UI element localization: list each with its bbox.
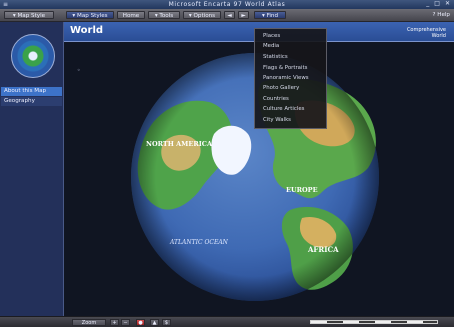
find-menu-item-flags-portraits[interactable]: Flags & Portraits — [263, 65, 307, 71]
menu-map-style-label: Map Style — [17, 13, 46, 19]
menu-map-styles-label: Map Styles — [77, 13, 108, 19]
window-title: Microsoft Encarta 97 World Atlas — [168, 1, 286, 8]
menu-options-arrow-icon: ▾ — [188, 13, 192, 19]
window-controls: _ □ ✕ — [426, 0, 450, 7]
back-arrow-icon: ◄ — [227, 13, 232, 19]
map-mode-label[interactable]: Comprehensive World — [407, 27, 446, 39]
label-north-america: NORTH AMERICA — [146, 140, 213, 148]
menu-find-arrow-icon: ▾ — [261, 13, 265, 19]
menu-map-style[interactable]: ▾ Map Style — [4, 11, 54, 19]
system-menu-icon[interactable]: ≡ — [3, 1, 8, 8]
sidebar-item-geography[interactable]: Geography — [1, 97, 62, 106]
sidebar-item-label: About this Map — [4, 88, 47, 94]
forward-button[interactable]: ► — [238, 11, 249, 19]
menu-tools-label: Tools — [159, 13, 174, 19]
menu-find-label: Find — [266, 13, 279, 19]
menu-map-style-arrow-icon: ▾ — [12, 13, 16, 19]
map-mode-line-2: World — [431, 32, 446, 39]
sidebar-item-about-this-map[interactable]: About this Map — [1, 87, 62, 96]
find-menu-item-places[interactable]: Places — [263, 33, 280, 39]
page-title: World — [70, 25, 104, 36]
dollar-icon[interactable]: $ — [162, 319, 171, 326]
zoom-in-button[interactable]: + — [110, 319, 119, 326]
map-scale-bar — [310, 320, 438, 324]
menu-find[interactable]: ▾ Find — [254, 11, 286, 19]
menu-home-label: Home — [122, 13, 140, 19]
forward-arrow-icon: ► — [241, 13, 246, 19]
find-menu-item-photo-gallery[interactable]: Photo Gallery — [263, 85, 299, 91]
zoom-out-button[interactable]: − — [121, 319, 130, 326]
globe-thumbnail[interactable] — [11, 34, 55, 78]
find-menu-item-culture-articles[interactable]: Culture Articles — [263, 106, 304, 112]
back-button[interactable]: ◄ — [224, 11, 235, 19]
maximize-button[interactable]: □ — [434, 0, 440, 7]
find-menu-item-panoramic-views[interactable]: Panoramic Views — [263, 75, 309, 81]
menu-options-label: Options — [193, 13, 216, 19]
find-menu-item-city-walks[interactable]: City Walks — [263, 117, 291, 123]
menu-options[interactable]: ▾ Options — [183, 11, 221, 19]
sidebar: About this Map Geography — [0, 22, 64, 326]
sidebar-item-label: Geography — [4, 98, 35, 104]
help-icon: ? — [432, 12, 436, 18]
red-locator-icon[interactable]: ● — [136, 319, 145, 326]
find-menu-item-countries[interactable]: Countries — [263, 96, 289, 102]
menu-map-styles[interactable]: ▾ Map Styles — [66, 11, 114, 19]
label-africa: AFRICA — [307, 245, 339, 254]
label-atlantic-ocean: ATLANTIC OCEAN — [169, 239, 229, 246]
find-dropdown-menu: Places Media Statistics Flags & Portrait… — [254, 28, 327, 129]
menu-map-styles-arrow-icon: ▾ — [72, 13, 76, 19]
help-label: Help — [437, 12, 450, 18]
menu-bar: ▾ Map Style ▾ Map Styles Home ▾ Tools ▾ … — [0, 9, 454, 22]
minimize-button[interactable]: _ — [426, 0, 429, 7]
zoom-button[interactable]: Zoom — [72, 319, 106, 326]
menu-tools[interactable]: ▾ Tools — [148, 11, 180, 19]
close-button[interactable]: ✕ — [445, 0, 450, 7]
up-arrow-icon[interactable]: ▲ — [150, 319, 159, 326]
menu-home[interactable]: Home — [117, 11, 145, 19]
window-title-bar: ≡ Microsoft Encarta 97 World Atlas _ □ ✕ — [0, 0, 454, 9]
status-bar: Zoom + − ● ▲ $ — [0, 316, 454, 327]
menu-tools-arrow-icon: ▾ — [154, 13, 158, 19]
help-button[interactable]: ? Help — [432, 11, 450, 19]
find-menu-item-media[interactable]: Media — [263, 43, 279, 49]
label-europe: EUROPE — [286, 186, 318, 194]
find-menu-item-statistics[interactable]: Statistics — [263, 54, 288, 60]
